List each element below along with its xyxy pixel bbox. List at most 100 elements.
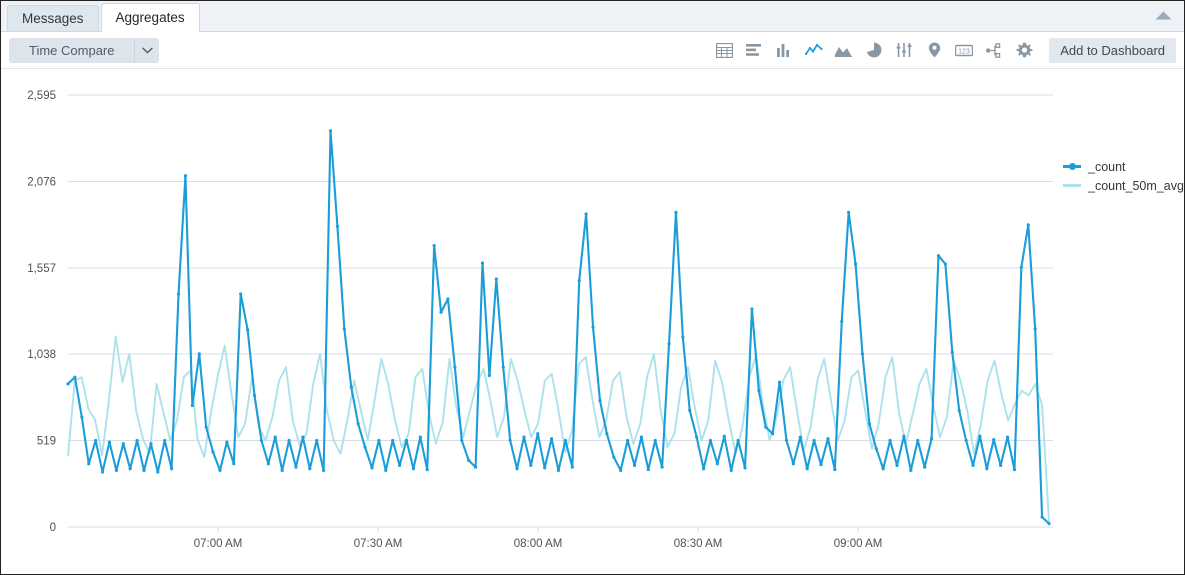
data-point[interactable]: [971, 464, 974, 467]
data-point[interactable]: [135, 439, 138, 442]
data-point[interactable]: [426, 468, 429, 471]
data-point[interactable]: [585, 212, 588, 215]
table-icon[interactable]: [709, 37, 739, 63]
data-point[interactable]: [702, 467, 705, 470]
data-point[interactable]: [163, 439, 166, 442]
data-point[interactable]: [509, 439, 512, 442]
data-point[interactable]: [156, 470, 159, 473]
tab-messages[interactable]: Messages: [7, 5, 99, 31]
data-point[interactable]: [66, 382, 69, 385]
data-point[interactable]: [674, 211, 677, 214]
data-point[interactable]: [647, 468, 650, 471]
data-point[interactable]: [771, 432, 774, 435]
data-point[interactable]: [460, 439, 463, 442]
data-point[interactable]: [909, 469, 912, 472]
data-point[interactable]: [598, 399, 601, 402]
data-point[interactable]: [578, 279, 581, 282]
data-point[interactable]: [550, 437, 553, 440]
data-point[interactable]: [965, 439, 968, 442]
data-point[interactable]: [453, 366, 456, 369]
data-point[interactable]: [218, 469, 221, 472]
data-point[interactable]: [944, 262, 947, 265]
tab-aggregates[interactable]: Aggregates: [101, 3, 200, 32]
map-pin-icon[interactable]: [919, 37, 949, 63]
data-point[interactable]: [239, 292, 242, 295]
data-point[interactable]: [488, 374, 491, 377]
data-point[interactable]: [626, 439, 629, 442]
data-point[interactable]: [716, 462, 719, 465]
data-point[interactable]: [377, 439, 380, 442]
data-point[interactable]: [515, 467, 518, 470]
data-point[interactable]: [937, 254, 940, 257]
pie-chart-icon[interactable]: [859, 37, 889, 63]
data-point[interactable]: [1006, 436, 1009, 439]
chevron-up-icon[interactable]: [1150, 5, 1176, 25]
data-point[interactable]: [951, 351, 954, 354]
data-point[interactable]: [1020, 266, 1023, 269]
data-point[interactable]: [363, 445, 366, 448]
data-point[interactable]: [198, 352, 201, 355]
data-point[interactable]: [205, 426, 208, 429]
data-point[interactable]: [854, 262, 857, 265]
data-point[interactable]: [757, 389, 760, 392]
data-point[interactable]: [122, 442, 125, 445]
data-point[interactable]: [737, 439, 740, 442]
data-point[interactable]: [619, 469, 622, 472]
data-point[interactable]: [612, 455, 615, 458]
data-point[interactable]: [446, 297, 449, 300]
area-chart-icon[interactable]: [829, 37, 859, 63]
data-point[interactable]: [591, 326, 594, 329]
data-point[interactable]: [232, 462, 235, 465]
data-point[interactable]: [322, 469, 325, 472]
data-point[interactable]: [985, 467, 988, 470]
data-point[interactable]: [916, 439, 919, 442]
data-point[interactable]: [688, 409, 691, 412]
data-point[interactable]: [564, 439, 567, 442]
data-point[interactable]: [543, 466, 546, 469]
data-point[interactable]: [502, 366, 505, 369]
data-point[interactable]: [557, 469, 560, 472]
data-point[interactable]: [412, 467, 415, 470]
data-point[interactable]: [930, 437, 933, 440]
horizontal-bar-chart-icon[interactable]: [739, 37, 769, 63]
data-point[interactable]: [826, 437, 829, 440]
data-point[interactable]: [357, 422, 360, 425]
data-point[interactable]: [806, 467, 809, 470]
data-point[interactable]: [308, 467, 311, 470]
legend-item-count-50m-avg[interactable]: _count_50m_avg: [1063, 176, 1184, 195]
data-point[interactable]: [495, 277, 498, 280]
data-point[interactable]: [370, 466, 373, 469]
time-compare-button[interactable]: Time Compare: [9, 38, 135, 63]
data-point[interactable]: [799, 436, 802, 439]
data-point[interactable]: [350, 386, 353, 389]
data-point[interactable]: [301, 436, 304, 439]
data-point[interactable]: [405, 439, 408, 442]
data-point[interactable]: [315, 439, 318, 442]
data-point[interactable]: [467, 459, 470, 462]
data-point[interactable]: [80, 416, 83, 419]
data-point[interactable]: [101, 470, 104, 473]
data-point[interactable]: [225, 441, 228, 444]
data-point[interactable]: [384, 469, 387, 472]
data-point[interactable]: [785, 439, 788, 442]
data-point[interactable]: [343, 327, 346, 330]
data-point[interactable]: [253, 394, 256, 397]
data-point[interactable]: [170, 467, 173, 470]
data-point[interactable]: [633, 464, 636, 467]
data-point[interactable]: [882, 467, 885, 470]
data-point[interactable]: [730, 469, 733, 472]
data-point[interactable]: [522, 436, 525, 439]
data-point[interactable]: [999, 464, 1002, 467]
data-point[interactable]: [1047, 522, 1050, 525]
data-point[interactable]: [267, 462, 270, 465]
data-point[interactable]: [819, 463, 822, 466]
data-point[interactable]: [895, 464, 898, 467]
data-point[interactable]: [94, 439, 97, 442]
data-point[interactable]: [723, 435, 726, 438]
data-point[interactable]: [889, 439, 892, 442]
data-point[interactable]: [861, 352, 864, 355]
sliders-icon[interactable]: [889, 37, 919, 63]
data-point[interactable]: [336, 225, 339, 228]
data-point[interactable]: [813, 439, 816, 442]
data-point[interactable]: [149, 442, 152, 445]
